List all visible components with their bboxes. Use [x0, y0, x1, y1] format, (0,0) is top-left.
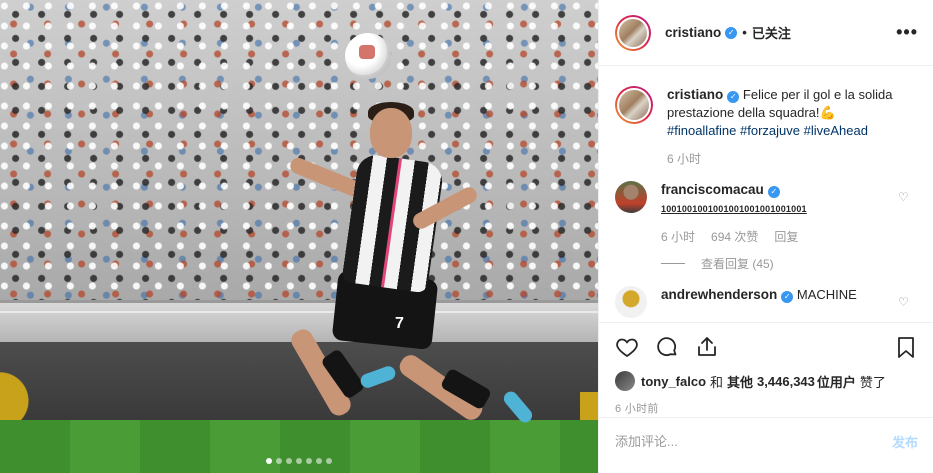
comment-text-block: andrewhenderson ✓ MACHINE [661, 286, 906, 304]
commenter-username[interactable]: franciscomacau [661, 182, 764, 197]
likes-suffix: 赞了 [859, 374, 886, 390]
comment-text: MACHINE [796, 287, 857, 302]
carousel-dot[interactable] [296, 458, 302, 464]
comment-body: andrewhenderson ✓ MACHINE [661, 286, 906, 318]
carousel-dot[interactable] [326, 458, 332, 464]
player-figure: 7 [280, 100, 540, 440]
soccer-ball [345, 33, 391, 79]
heart-icon[interactable] [615, 335, 639, 359]
add-comment-bar: 发布 [599, 417, 933, 465]
caption-emoji: 💪 [819, 105, 836, 120]
caption-body: cristiano ✓ Felice per il gol e la solida… [667, 86, 912, 167]
carousel-dot[interactable] [306, 458, 312, 464]
author-info: cristiano ✓ • 已关注 [665, 23, 791, 42]
bookmark-icon[interactable] [894, 335, 918, 359]
liker-username[interactable]: tony_falco [641, 374, 706, 389]
caption-meta: 6 小时 [667, 150, 912, 167]
jersey-number: 7 [395, 315, 404, 332]
instagram-post-view: 7 cristiano ✓ • 已关注 ••• cristiano ✓ Feli… [0, 0, 933, 473]
share-icon[interactable] [695, 335, 719, 359]
view-replies-label: 查看回复 (45) [701, 257, 774, 271]
comment-text-block: franciscomacau ✓ 100100100100100100100100… [661, 181, 906, 218]
caption-time[interactable]: 6 小时 [667, 150, 701, 167]
comment-like-heart-icon[interactable]: ♡ [898, 191, 910, 203]
caption-avatar-image [617, 88, 651, 122]
hashtag-link[interactable]: #forzajuve [740, 123, 800, 138]
carousel-dot[interactable] [266, 458, 272, 464]
author-avatar[interactable] [615, 14, 651, 51]
liker-avatar[interactable] [615, 371, 635, 391]
player-head [370, 108, 412, 158]
likes-unit[interactable]: 位用户 [817, 372, 856, 391]
verified-badge-icon: ✓ [725, 26, 738, 39]
likes-summary: tony_falco 和 其他 3,446,343 位用户 赞了 [615, 371, 886, 391]
replies-divider-line [661, 263, 685, 264]
view-replies-button[interactable]: 查看回复 (45) [661, 255, 906, 272]
ad-logo-left [0, 372, 40, 420]
likes-count[interactable]: 3,446,343 [757, 374, 815, 389]
more-dots-icon[interactable]: ••• [896, 22, 918, 43]
verified-badge-icon: ✓ [767, 186, 780, 198]
comment-input[interactable] [615, 434, 892, 449]
hashtag-link[interactable]: #finoallafine [667, 123, 736, 138]
verified-badge-icon: ✓ [781, 291, 794, 303]
comment-body: franciscomacau ✓ 100100100100100100100100… [661, 181, 906, 272]
comments-section[interactable]: cristiano ✓ Felice per il gol e la solida… [599, 66, 933, 322]
caption-row: cristiano ✓ Felice per il gol e la solida… [615, 86, 918, 167]
comment-item: franciscomacau ✓ 100100100100100100100100… [615, 181, 918, 272]
post-header: cristiano ✓ • 已关注 ••• [599, 0, 933, 66]
caption-text-block: cristiano ✓ Felice per il gol e la solida… [667, 86, 912, 140]
caption-avatar[interactable] [615, 86, 653, 124]
carousel-dot[interactable] [276, 458, 282, 464]
hashtag-link[interactable]: #liveAhead [804, 123, 868, 138]
likes-connector: 和 [710, 374, 724, 390]
commenter-username[interactable]: andrewhenderson [661, 287, 777, 302]
comment-likes[interactable]: 694 次赞 [711, 228, 758, 245]
comment-text: 1001001001001001001001001001 [661, 204, 807, 214]
comment-meta: 6 小时 694 次赞 回复 [661, 228, 906, 245]
follow-status-button[interactable]: 已关注 [752, 23, 791, 42]
author-username[interactable]: cristiano [665, 25, 721, 40]
caption-username[interactable]: cristiano [667, 87, 723, 102]
reply-button[interactable]: 回复 [774, 228, 798, 245]
player-right-boot [501, 388, 535, 426]
carousel-indicator [0, 458, 598, 464]
header-separator: • [742, 25, 747, 40]
post-side-panel: cristiano ✓ • 已关注 ••• cristiano ✓ Felice … [598, 0, 933, 473]
post-comment-button[interactable]: 发布 [892, 432, 918, 451]
author-avatar-image [617, 16, 649, 49]
carousel-dot[interactable] [286, 458, 292, 464]
post-actions: tony_falco 和 其他 3,446,343 位用户 赞了 6 小时前 发… [599, 322, 933, 465]
ad-logo-right [580, 392, 598, 420]
comment-bubble-icon[interactable] [655, 335, 679, 359]
post-timestamp[interactable]: 6 小时前 [615, 400, 659, 416]
carousel-dot[interactable] [316, 458, 322, 464]
comment-like-heart-icon[interactable]: ♡ [898, 296, 910, 308]
action-icons [615, 335, 719, 359]
commenter-avatar[interactable] [615, 286, 647, 318]
verified-badge-icon: ✓ [727, 91, 740, 103]
post-photo[interactable]: 7 [0, 0, 598, 473]
likes-others-label[interactable]: 其他 [727, 372, 753, 391]
player-left-boot [358, 364, 398, 390]
comment-time[interactable]: 6 小时 [661, 228, 695, 245]
comment-item: andrewhenderson ✓ MACHINE ♡ [615, 286, 918, 318]
commenter-avatar[interactable] [615, 181, 647, 213]
